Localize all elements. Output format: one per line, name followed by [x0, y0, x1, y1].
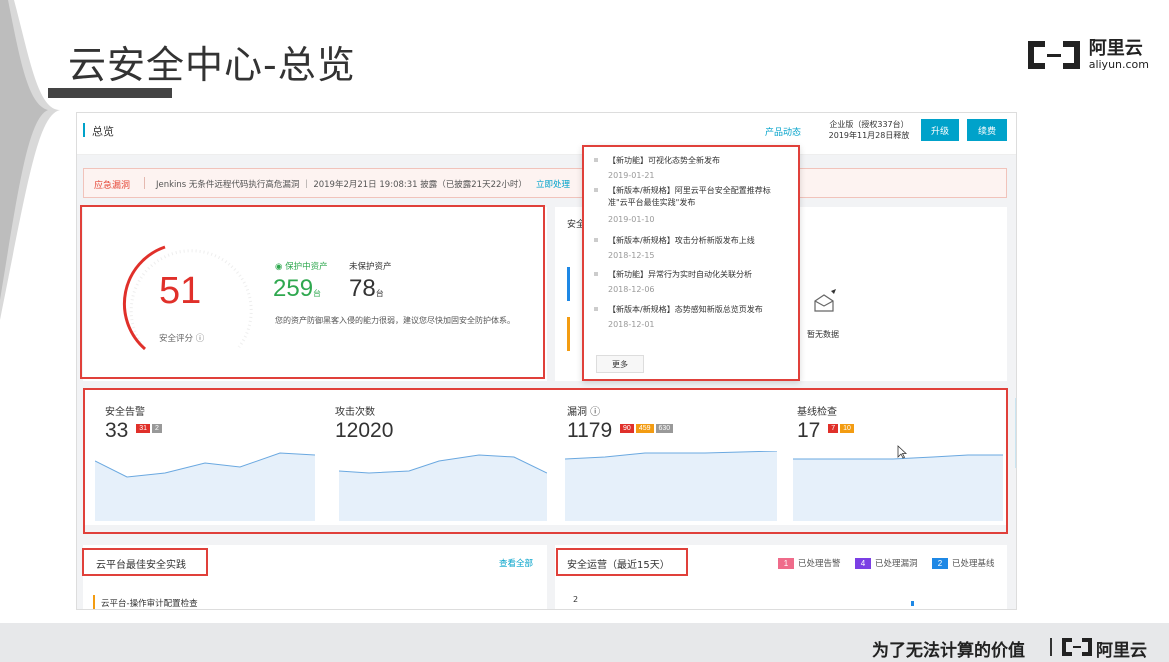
news-date: 2018-12-06: [608, 285, 655, 294]
alert-message: Jenkins 无条件远程代码执行高危漏洞 ｜ 2019年2月21日 19:08…: [156, 180, 527, 190]
more-news-button[interactable]: 更多: [596, 355, 644, 373]
aliyun-logo-icon: [1027, 41, 1080, 69]
renew-button[interactable]: 续费: [967, 119, 1007, 141]
mouse-cursor-icon: [897, 445, 907, 459]
empty-data-label: 暂无数据: [807, 330, 839, 339]
title-accent-bar: [83, 123, 85, 137]
edition-line: 企业版（授权337台）: [829, 120, 909, 129]
empty-data-icon: [814, 289, 836, 312]
news-title: 【新功能】异常行为实时自动化关联分析: [608, 270, 752, 279]
highlight-stats-box: [83, 388, 1008, 534]
panel-bar-orange: [567, 317, 570, 351]
handle-now-link[interactable]: 立即处理: [536, 178, 570, 190]
alert-divider: [144, 177, 145, 189]
slide-title: 云安全中心-总览: [68, 43, 356, 87]
legend-vulns[interactable]: 4 已处理漏洞: [855, 557, 918, 569]
legend-alerts[interactable]: 1 已处理告警: [778, 557, 841, 569]
best-practice-title: 云平台最佳安全实践: [96, 560, 186, 571]
news-title: 【新版本/新规格】攻击分析新版发布上线: [608, 236, 755, 245]
highlight-score-box: [80, 205, 545, 379]
panel-bar-blue: [567, 267, 570, 301]
bullet-icon: [594, 272, 598, 276]
item-accent-bar: [93, 595, 95, 609]
bullet-icon: [594, 188, 598, 192]
title-underline-bar: [48, 88, 172, 98]
emergency-vuln-alert: 应急漏洞 Jenkins 无条件远程代码执行高危漏洞 ｜ 2019年2月21日 …: [83, 168, 1007, 198]
news-date: 2019-01-21: [608, 171, 655, 180]
legend-count: 2: [932, 557, 948, 569]
ops-chart-mark: [911, 601, 914, 606]
bullet-icon: [594, 307, 598, 311]
page-title: 总览: [92, 125, 114, 138]
view-all-link[interactable]: 查看全部: [499, 557, 533, 569]
news-title: 【新功能】可视化态势全新发布: [608, 156, 720, 165]
news-title: 【新版本/新规格】态势感知新版总览页发布: [608, 305, 763, 314]
alert-tag: 应急漏洞: [94, 181, 131, 191]
slide-swoosh-decoration: [0, 0, 60, 320]
footer-slogan: 为了无法计算的价值: [872, 641, 1025, 661]
news-date: 2018-12-01: [608, 320, 655, 329]
news-date: 2019-01-10: [608, 215, 655, 224]
security-ops-title: 安全运营（最近15天）: [567, 560, 670, 571]
console-topbar: 总览 产品动态 企业版（授权337台） 2019年11月28日释放 升级 续费: [77, 113, 1016, 155]
release-date-line: 2019年11月28日释放: [828, 131, 910, 140]
product-news-link[interactable]: 产品动态: [765, 125, 801, 138]
footer-divider: [1050, 638, 1052, 656]
footer-logo-icon: [1062, 638, 1092, 656]
legend-label: 已处理漏洞: [875, 559, 918, 569]
brand-name-en: aliyun.com: [1088, 57, 1149, 71]
edition-info: 企业版（授权337台） 2019年11月28日释放: [819, 119, 919, 141]
legend-baseline[interactable]: 2 已处理基线: [932, 557, 995, 569]
aliyun-logo: 阿里云 aliyun.com: [1025, 38, 1149, 72]
footer-brand-name: 阿里云: [1096, 641, 1147, 661]
bullet-icon: [594, 238, 598, 242]
upgrade-button[interactable]: 升级: [921, 119, 959, 141]
best-practice-item[interactable]: 云平台-操作审计配置检查: [101, 597, 198, 609]
brand-name-cn: 阿里云: [1088, 37, 1143, 59]
news-date: 2018-12-15: [608, 251, 655, 260]
legend-count: 1: [778, 557, 794, 569]
ops-axis-tick: 2: [573, 595, 579, 604]
legend-label: 已处理基线: [952, 559, 995, 569]
page-scrollbar[interactable]: [1015, 398, 1016, 468]
bullet-icon: [594, 158, 598, 162]
news-title: 【新版本/新规格】阿里云平台安全配置推荐标准"云平台最佳实践"发布: [608, 186, 771, 207]
legend-label: 已处理告警: [798, 559, 841, 569]
product-news-dropdown: 【新功能】可视化态势全新发布 2019-01-21 【新版本/新规格】阿里云平台…: [582, 145, 800, 381]
legend-count: 4: [855, 557, 871, 569]
